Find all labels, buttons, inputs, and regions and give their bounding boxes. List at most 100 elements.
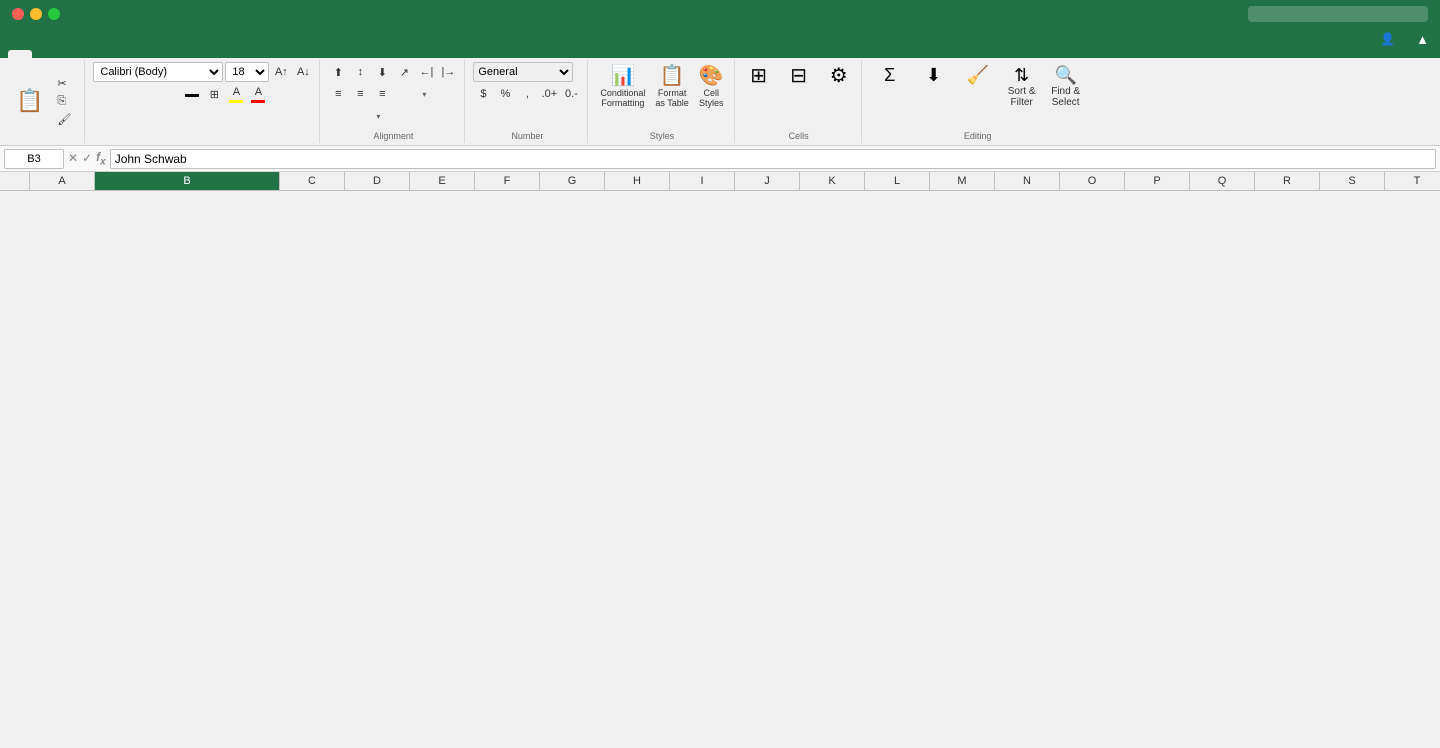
redo-quick-btn[interactable] <box>38 38 44 40</box>
editing-group-label: Editing <box>964 131 992 143</box>
formula-confirm-icon[interactable]: ✓ <box>82 151 92 165</box>
border-button[interactable]: ⊞ <box>204 84 224 104</box>
font-name-select[interactable]: Calibri (Body) <box>93 62 223 82</box>
share-button[interactable]: 👤 <box>1370 29 1409 49</box>
formula-cancel-icon[interactable]: ✕ <box>68 151 78 165</box>
number-format-select[interactable]: General <box>473 62 573 82</box>
spreadsheet-container: A B C D E F G H I J K L M N O P Q R S T … <box>0 172 1440 191</box>
search-sheet-input[interactable] <box>1248 6 1428 22</box>
col-header-S[interactable]: S <box>1320 172 1385 190</box>
col-header-T[interactable]: T <box>1385 172 1440 190</box>
col-header-K[interactable]: K <box>800 172 865 190</box>
delete-cells-btn[interactable]: ⊟ <box>783 62 815 88</box>
tab-home[interactable] <box>8 50 32 58</box>
find-select-label: Find &Select <box>1051 86 1080 108</box>
conditional-formatting-btn[interactable]: 📊 ConditionalFormatting <box>596 62 649 108</box>
formula-dividers: ✕ ✓ fx <box>68 150 106 167</box>
indent-decrease-btn[interactable]: ←| <box>416 62 436 82</box>
formula-input[interactable] <box>110 149 1436 169</box>
sort-filter-btn[interactable]: ⇅ Sort &Filter <box>1002 62 1042 108</box>
align-middle-btn[interactable]: ↕ <box>350 62 370 82</box>
col-header-P[interactable]: P <box>1125 172 1190 190</box>
align-left-btn[interactable]: ≡ <box>328 84 348 104</box>
ribbon-group-editing: Σ ⬇ 🧹 ⇅ Sort &Filter 🔍 Find &Select Edit… <box>864 60 1092 143</box>
paste-button[interactable]: 📋 <box>10 74 49 130</box>
merge-center-btn[interactable]: ▾ <box>328 106 428 126</box>
cut-button[interactable]: ✂ <box>53 75 78 92</box>
home-quick-btn[interactable] <box>8 38 14 40</box>
clear-btn[interactable]: 🧹 <box>958 62 998 108</box>
insert-cells-btn[interactable]: ⊞ <box>743 62 775 88</box>
align-top-btn[interactable]: ⬆ <box>328 62 348 82</box>
font-size-select[interactable]: 18 <box>225 62 269 82</box>
text-direction-btn[interactable]: ↗ <box>394 62 414 82</box>
increase-decimal-btn[interactable]: .0+ <box>539 84 559 104</box>
close-button[interactable] <box>12 8 24 20</box>
save-quick-btn[interactable] <box>18 38 24 40</box>
autosum-icon: Σ <box>884 66 895 84</box>
cell-styles-btn[interactable]: 🎨 CellStyles <box>695 62 728 108</box>
col-header-H[interactable]: H <box>605 172 670 190</box>
decrease-decimal-btn[interactable]: 0.- <box>561 84 581 104</box>
align-bottom-btn[interactable]: ⬇ <box>372 62 392 82</box>
autosum-btn[interactable]: Σ <box>870 62 910 108</box>
col-header-R[interactable]: R <box>1255 172 1320 190</box>
format-as-table-btn[interactable]: 📋 Formatas Table <box>651 62 692 108</box>
copy-button[interactable]: ⎘ <box>53 93 78 110</box>
col-header-C[interactable]: C <box>280 172 345 190</box>
col-header-I[interactable]: I <box>670 172 735 190</box>
quick-access-toolbar: 👤 ▲ <box>0 28 1440 50</box>
more-quick-btn[interactable] <box>48 38 54 40</box>
increase-font-btn[interactable]: A↑ <box>271 62 291 82</box>
tab-developer[interactable] <box>200 50 224 58</box>
format-cells-btn[interactable]: ⚙ <box>823 62 855 88</box>
indent-increase-btn[interactable]: |→ <box>438 62 458 82</box>
tab-review[interactable] <box>152 50 176 58</box>
undo-quick-btn[interactable] <box>28 38 34 40</box>
align-row2: ≡ ≡ ≡ ▾ <box>328 84 458 104</box>
bold-button[interactable] <box>138 84 158 104</box>
font-color-button[interactable]: A <box>248 84 268 104</box>
col-header-E[interactable]: E <box>410 172 475 190</box>
tab-insert[interactable] <box>32 50 56 58</box>
percent-btn[interactable]: % <box>495 84 515 104</box>
col-header-J[interactable]: J <box>735 172 800 190</box>
number-group-label: Number <box>511 131 543 143</box>
col-header-D[interactable]: D <box>345 172 410 190</box>
minimize-button[interactable] <box>30 8 42 20</box>
styles-row: 📊 ConditionalFormatting 📋 Formatas Table… <box>596 62 727 108</box>
share-icon: 👤 <box>1380 32 1395 46</box>
col-header-A[interactable]: A <box>30 172 95 190</box>
italic-button[interactable] <box>160 84 180 104</box>
tab-view[interactable] <box>176 50 200 58</box>
maximize-button[interactable] <box>48 8 60 20</box>
collapse-ribbon-btn[interactable]: ▲ <box>1413 31 1432 48</box>
col-header-O[interactable]: O <box>1060 172 1125 190</box>
decrease-font-btn[interactable]: A↓ <box>293 62 313 82</box>
fill-btn[interactable]: ⬇ <box>914 62 954 108</box>
cut-icon: ✂ <box>57 77 66 90</box>
comma-btn[interactable]: , <box>517 84 537 104</box>
tab-data[interactable] <box>128 50 152 58</box>
col-header-G[interactable]: G <box>540 172 605 190</box>
col-header-Q[interactable]: Q <box>1190 172 1255 190</box>
find-select-btn[interactable]: 🔍 Find &Select <box>1046 62 1086 108</box>
underline-button[interactable] <box>182 84 202 104</box>
formula-function-icon[interactable]: fx <box>96 150 106 167</box>
tab-page-layout[interactable] <box>80 50 104 58</box>
format-painter-button[interactable]: 🖌 <box>53 111 78 128</box>
col-header-M[interactable]: M <box>930 172 995 190</box>
wrap-text-btn[interactable]: ▾ <box>394 84 454 104</box>
tab-formulas[interactable] <box>104 50 128 58</box>
col-header-B[interactable]: B <box>95 172 280 190</box>
col-header-F[interactable]: F <box>475 172 540 190</box>
tab-draw[interactable] <box>56 50 80 58</box>
align-right-btn[interactable]: ≡ <box>372 84 392 104</box>
accounting-btn[interactable]: $ <box>473 84 493 104</box>
fill-color-button[interactable]: A <box>226 84 246 104</box>
col-header-N[interactable]: N <box>995 172 1060 190</box>
cell-reference-input[interactable] <box>4 149 64 169</box>
align-center-btn[interactable]: ≡ <box>350 84 370 104</box>
cells-col: ⊞ ⊟ ⚙ <box>743 62 855 88</box>
col-header-L[interactable]: L <box>865 172 930 190</box>
